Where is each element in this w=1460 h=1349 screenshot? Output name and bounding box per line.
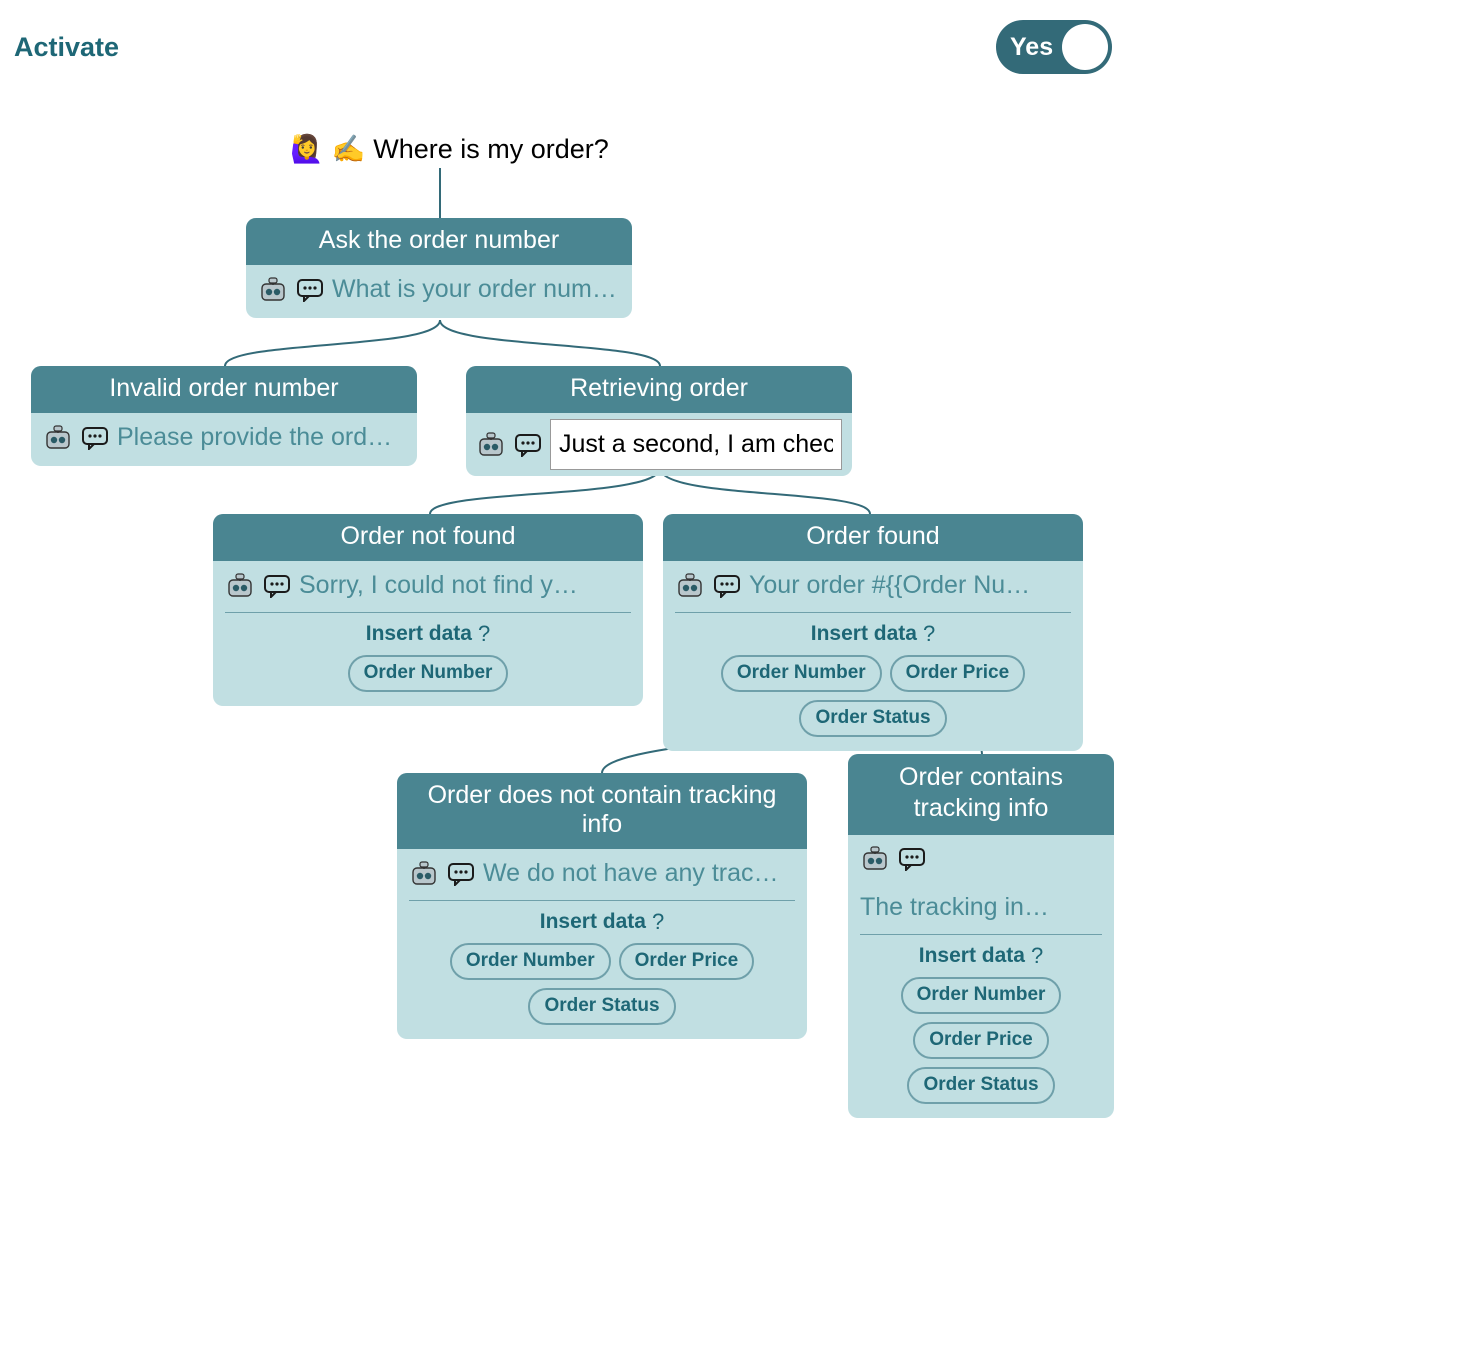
node-body: Your order #{{Order Nu… Insert data ? Or… xyxy=(663,561,1083,751)
bot-message: Sorry, I could not find y… xyxy=(299,571,578,600)
robot-icon xyxy=(409,860,439,888)
node-ask-number[interactable]: Ask the order number What is your order … xyxy=(246,218,632,318)
node-title: Ask the order number xyxy=(246,218,632,265)
speech-icon xyxy=(263,574,291,598)
node-body: Sorry, I could not find y… Insert data ?… xyxy=(213,561,643,706)
bot-message-row: What is your order num… xyxy=(258,275,620,304)
node-title: Order contains tracking info xyxy=(848,754,1114,835)
chip-order-number[interactable]: Order Number xyxy=(450,943,611,980)
insert-label-row: Insert data ? xyxy=(675,621,1071,647)
writing-icon: ✍️ xyxy=(332,133,366,165)
node-found[interactable]: Order found Your order #{{Order Nu… Inse… xyxy=(663,514,1083,751)
node-body: The tracking in… Insert data ? Order Num… xyxy=(848,835,1114,1118)
robot-icon xyxy=(476,431,506,459)
node-title: Order found xyxy=(663,514,1083,561)
help-icon[interactable]: ? xyxy=(923,621,935,647)
chip-order-status[interactable]: Order Status xyxy=(528,988,675,1025)
insert-data-section: Insert data ? Order Number xyxy=(225,612,631,692)
node-no-tracking[interactable]: Order does not contain tracking info We … xyxy=(397,773,807,1039)
node-body: We do not have any trac… Insert data ? O… xyxy=(397,849,807,1039)
chip-order-price[interactable]: Order Price xyxy=(913,1022,1049,1059)
insert-data-label: Insert data xyxy=(540,910,646,934)
chip-order-number[interactable]: Order Number xyxy=(901,977,1062,1014)
insert-label-row: Insert data ? xyxy=(860,943,1102,969)
bot-icon-row xyxy=(860,845,1102,873)
root-question-text: Where is my order? xyxy=(373,134,609,165)
help-icon[interactable]: ? xyxy=(478,621,490,647)
node-body: Please provide the ord… xyxy=(31,413,417,466)
speech-icon xyxy=(514,433,542,457)
bot-message: We do not have any trac… xyxy=(483,859,779,888)
bot-message-input[interactable] xyxy=(550,419,842,470)
chip-order-status[interactable]: Order Status xyxy=(907,1067,1054,1104)
bot-message: What is your order num… xyxy=(332,275,617,304)
node-title: Retrieving order xyxy=(466,366,852,413)
robot-icon xyxy=(258,276,288,304)
speech-icon xyxy=(81,426,109,450)
activate-label: Activate xyxy=(14,32,119,63)
node-body: What is your order num… xyxy=(246,265,632,318)
activate-row: Activate Yes xyxy=(14,20,1112,74)
chip-order-status[interactable]: Order Status xyxy=(799,700,946,737)
bot-message-row: Your order #{{Order Nu… xyxy=(675,571,1071,600)
insert-label-row: Insert data ? xyxy=(409,909,795,935)
insert-data-section: Insert data ? Order Number Order Price O… xyxy=(409,900,795,1025)
chip-order-price[interactable]: Order Price xyxy=(619,943,755,980)
speech-icon xyxy=(296,278,324,302)
insert-label-row: Insert data ? xyxy=(225,621,631,647)
robot-icon xyxy=(43,424,73,452)
chips: Order Number Order Price Order Status xyxy=(409,943,795,1025)
chips: Order Number xyxy=(225,655,631,692)
node-invalid[interactable]: Invalid order number Please provide the … xyxy=(31,366,417,466)
root-question[interactable]: 🙋‍♀️ ✍️ Where is my order? xyxy=(290,133,609,165)
bot-message-row: Sorry, I could not find y… xyxy=(225,571,631,600)
bot-message-row xyxy=(476,419,842,470)
toggle-knob xyxy=(1062,24,1108,70)
bot-message: The tracking in… xyxy=(860,893,1102,922)
chip-order-number[interactable]: Order Number xyxy=(348,655,509,692)
help-icon[interactable]: ? xyxy=(652,909,664,935)
bot-message: Please provide the ord… xyxy=(117,423,392,452)
insert-data-label: Insert data xyxy=(919,944,1025,968)
insert-data-label: Insert data xyxy=(811,622,917,646)
speech-icon xyxy=(898,847,926,871)
robot-icon xyxy=(225,572,255,600)
speech-icon xyxy=(713,574,741,598)
bot-message-row: Please provide the ord… xyxy=(43,423,405,452)
chip-order-number[interactable]: Order Number xyxy=(721,655,882,692)
node-not-found[interactable]: Order not found Sorry, I could not find … xyxy=(213,514,643,706)
node-title: Invalid order number xyxy=(31,366,417,413)
node-title: Order does not contain tracking info xyxy=(397,773,807,849)
bot-message: Your order #{{Order Nu… xyxy=(749,571,1030,600)
chips: Order Number Order Price Order Status xyxy=(675,655,1071,737)
insert-data-section: Insert data ? Order Number Order Price O… xyxy=(675,612,1071,737)
speech-icon xyxy=(447,862,475,886)
help-icon[interactable]: ? xyxy=(1031,943,1043,969)
node-body xyxy=(466,413,852,476)
robot-icon xyxy=(675,572,705,600)
user-icon: 🙋‍♀️ xyxy=(290,133,324,165)
insert-data-label: Insert data xyxy=(366,622,472,646)
chips: Order Number Order Price Order Status xyxy=(860,977,1102,1104)
node-title: Order not found xyxy=(213,514,643,561)
node-retrieving[interactable]: Retrieving order xyxy=(466,366,852,476)
chip-order-price[interactable]: Order Price xyxy=(890,655,1026,692)
node-has-tracking[interactable]: Order contains tracking info The trackin… xyxy=(848,754,1114,1118)
bot-message-row: We do not have any trac… xyxy=(409,859,795,888)
activate-toggle-label: Yes xyxy=(1010,33,1053,62)
activate-toggle[interactable]: Yes xyxy=(996,20,1112,74)
robot-icon xyxy=(860,845,890,873)
insert-data-section: Insert data ? Order Number Order Price O… xyxy=(860,934,1102,1104)
